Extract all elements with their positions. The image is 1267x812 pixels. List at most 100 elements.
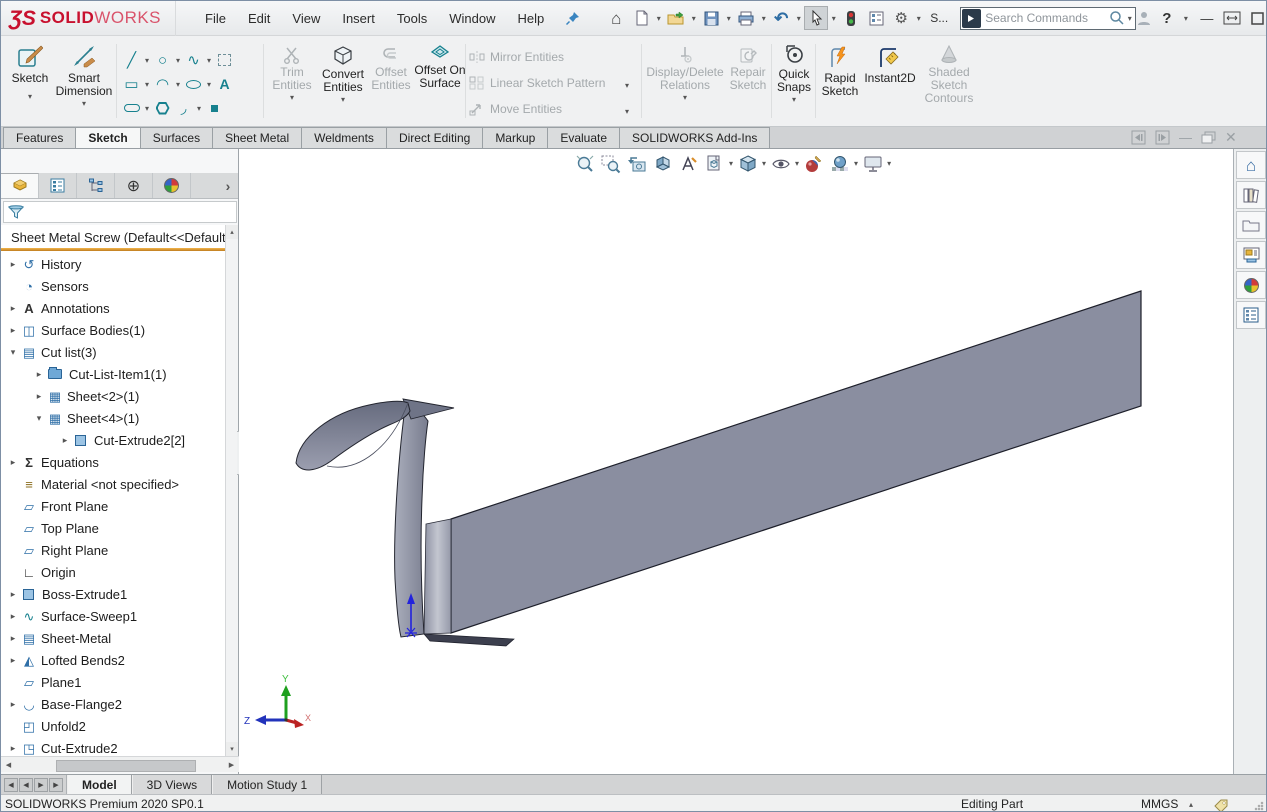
- new-document-caret[interactable]: ▾: [654, 14, 663, 23]
- next-document-icon[interactable]: [1155, 130, 1170, 145]
- resize-grip[interactable]: [1254, 801, 1264, 811]
- dashed-rectangle-icon[interactable]: [214, 50, 235, 70]
- zoom-to-fit-button[interactable]: [573, 152, 596, 175]
- freeze-bar[interactable]: [1, 248, 225, 251]
- view-settings-caret[interactable]: ▾: [887, 160, 891, 168]
- view-orientation-caret[interactable]: ▾: [729, 160, 733, 168]
- tab-features[interactable]: Features: [3, 127, 76, 148]
- collapse-arrow[interactable]: ▾: [6, 347, 20, 358]
- smart-dimension-caret[interactable]: ▾: [82, 100, 86, 108]
- menu-window[interactable]: Window: [438, 7, 506, 30]
- file-properties-button[interactable]: [864, 6, 888, 30]
- help-icon[interactable]: ?: [1162, 10, 1171, 27]
- last-tab-button[interactable]: ▶: [49, 778, 63, 792]
- dynamic-annotation-views-button[interactable]: [677, 152, 700, 175]
- undo-button[interactable]: ↶: [769, 6, 793, 30]
- spline-icon[interactable]: ∿: [183, 50, 204, 70]
- view-settings-button[interactable]: [861, 152, 884, 175]
- display-style-caret[interactable]: ▾: [762, 160, 766, 168]
- tree-item-unfold2[interactable]: ◰Unfold2: [1, 715, 225, 737]
- tab-3d-views[interactable]: 3D Views: [132, 775, 212, 794]
- units-caret[interactable]: ▴: [1189, 800, 1193, 809]
- scroll-up-button[interactable]: ▴: [226, 225, 238, 239]
- expand-arrow[interactable]: ▸: [6, 633, 20, 644]
- toolbar-overflow-label[interactable]: S...: [930, 11, 948, 25]
- ellipse-icon[interactable]: [183, 74, 204, 94]
- tab-surfaces[interactable]: Surfaces: [140, 127, 213, 148]
- scroll-right-button[interactable]: ▶: [224, 757, 239, 772]
- doc-restore-button[interactable]: [1201, 131, 1216, 144]
- menu-help[interactable]: Help: [506, 7, 555, 30]
- circle-icon[interactable]: ○: [152, 50, 173, 70]
- tab-dimxpertmanager[interactable]: ⊕: [115, 173, 153, 198]
- blade-panel-face[interactable]: [451, 291, 1141, 633]
- tip-flap-face[interactable]: [403, 399, 454, 419]
- options-caret[interactable]: ▾: [914, 14, 923, 23]
- tree-item-equations[interactable]: ▸ΣEquations: [1, 451, 225, 473]
- convert-entities-button[interactable]: Convert Entities ▾: [317, 46, 369, 104]
- undo-caret[interactable]: ▾: [794, 14, 803, 23]
- instant2d-button[interactable]: Instant2D: [863, 46, 917, 85]
- model-3d-view[interactable]: Y Z X: [239, 149, 1233, 774]
- expand-arrow[interactable]: ▸: [6, 325, 20, 336]
- menu-edit[interactable]: Edit: [237, 7, 281, 30]
- minimize-button[interactable]: —: [1200, 11, 1213, 26]
- tab-solidworks-add-ins[interactable]: SOLIDWORKS Add-Ins: [619, 127, 770, 148]
- hide-show-caret[interactable]: ▾: [795, 160, 799, 168]
- expand-arrow[interactable]: ▸: [6, 743, 20, 754]
- ellipse-caret[interactable]: ▾: [204, 80, 214, 89]
- tree-item-lofted-bends2[interactable]: ▸◭Lofted Bends2: [1, 649, 225, 671]
- search-icon[interactable]: [1109, 10, 1125, 26]
- tab-sheet-metal[interactable]: Sheet Metal: [212, 127, 302, 148]
- menu-view[interactable]: View: [281, 7, 331, 30]
- taskpane-custom-properties-button[interactable]: [1236, 301, 1266, 329]
- tab-markup[interactable]: Markup: [482, 127, 548, 148]
- tab-configurationmanager[interactable]: [77, 173, 115, 198]
- spline-caret[interactable]: ▾: [204, 56, 214, 65]
- help-caret[interactable]: ▾: [1181, 14, 1190, 23]
- tree-item-front-plane[interactable]: ▱Front Plane: [1, 495, 225, 517]
- tree-item-boss-extrude1[interactable]: ▸Boss-Extrude1: [1, 583, 225, 605]
- sketch-caret[interactable]: ▾: [28, 93, 32, 101]
- tree-item-base-flange2[interactable]: ▸◡Base-Flange2: [1, 693, 225, 715]
- arc-caret[interactable]: ▾: [173, 80, 183, 89]
- expand-arrow[interactable]: ▸: [6, 655, 20, 666]
- tree-filter-box[interactable]: [3, 201, 237, 223]
- tree-item-top-plane[interactable]: ▱Top Plane: [1, 517, 225, 539]
- point-icon[interactable]: [204, 98, 225, 118]
- print-button[interactable]: [734, 6, 758, 30]
- tree-item-surface-sweep1[interactable]: ▸∿Surface-Sweep1: [1, 605, 225, 627]
- save-caret[interactable]: ▾: [724, 14, 733, 23]
- tab-model[interactable]: Model: [67, 775, 132, 794]
- expand-arrow[interactable]: ▸: [58, 435, 72, 446]
- taskpane-design-library-button[interactable]: [1236, 181, 1266, 209]
- tree-item-cut-extrude2-instance[interactable]: ▸Cut-Extrude2[2]: [1, 429, 225, 451]
- tree-item-sheet-metal[interactable]: ▸▤Sheet-Metal: [1, 627, 225, 649]
- graphics-viewport[interactable]: Y Z X ▾ ▾ ▾ ▾: [239, 149, 1233, 774]
- tree-root-item[interactable]: Sheet Metal Screw (Default<<Default: [1, 227, 225, 248]
- tree-vertical-scrollbar[interactable]: ▴ ▾: [225, 225, 238, 756]
- zoom-to-area-button[interactable]: [599, 152, 622, 175]
- expand-arrow[interactable]: ▸: [6, 259, 20, 270]
- doc-minimize-button[interactable]: —: [1179, 130, 1192, 145]
- pin-menu-icon[interactable]: [565, 11, 580, 26]
- open-caret[interactable]: ▾: [689, 14, 698, 23]
- expand-arrow[interactable]: ▸: [6, 303, 20, 314]
- custom-properties-tag-icon[interactable]: [1213, 798, 1229, 812]
- span-displays-button[interactable]: [1223, 11, 1241, 25]
- slot-caret[interactable]: ▾: [142, 104, 152, 113]
- apply-scene-caret[interactable]: ▾: [854, 160, 858, 168]
- tree-item-cut-list-item1[interactable]: ▸Cut-List-Item1(1): [1, 363, 225, 385]
- tree-item-origin[interactable]: ∟Origin: [1, 561, 225, 583]
- arc-icon[interactable]: ◠: [152, 74, 173, 94]
- rectangle-icon[interactable]: ▭: [121, 74, 142, 94]
- taskpane-home-button[interactable]: ⌂: [1236, 151, 1266, 179]
- offset-on-surface-button[interactable]: Offset On Surface: [413, 44, 467, 90]
- expand-arrow[interactable]: ▸: [6, 589, 20, 600]
- bottom-lip-face[interactable]: [424, 634, 514, 646]
- tree-item-material[interactable]: ≡Material <not specified>: [1, 473, 225, 495]
- rapid-sketch-button[interactable]: Rapid Sketch: [817, 46, 863, 98]
- print-caret[interactable]: ▾: [759, 14, 768, 23]
- rebuild-button[interactable]: [839, 6, 863, 30]
- tree-item-sheet2[interactable]: ▸▦Sheet<2>(1): [1, 385, 225, 407]
